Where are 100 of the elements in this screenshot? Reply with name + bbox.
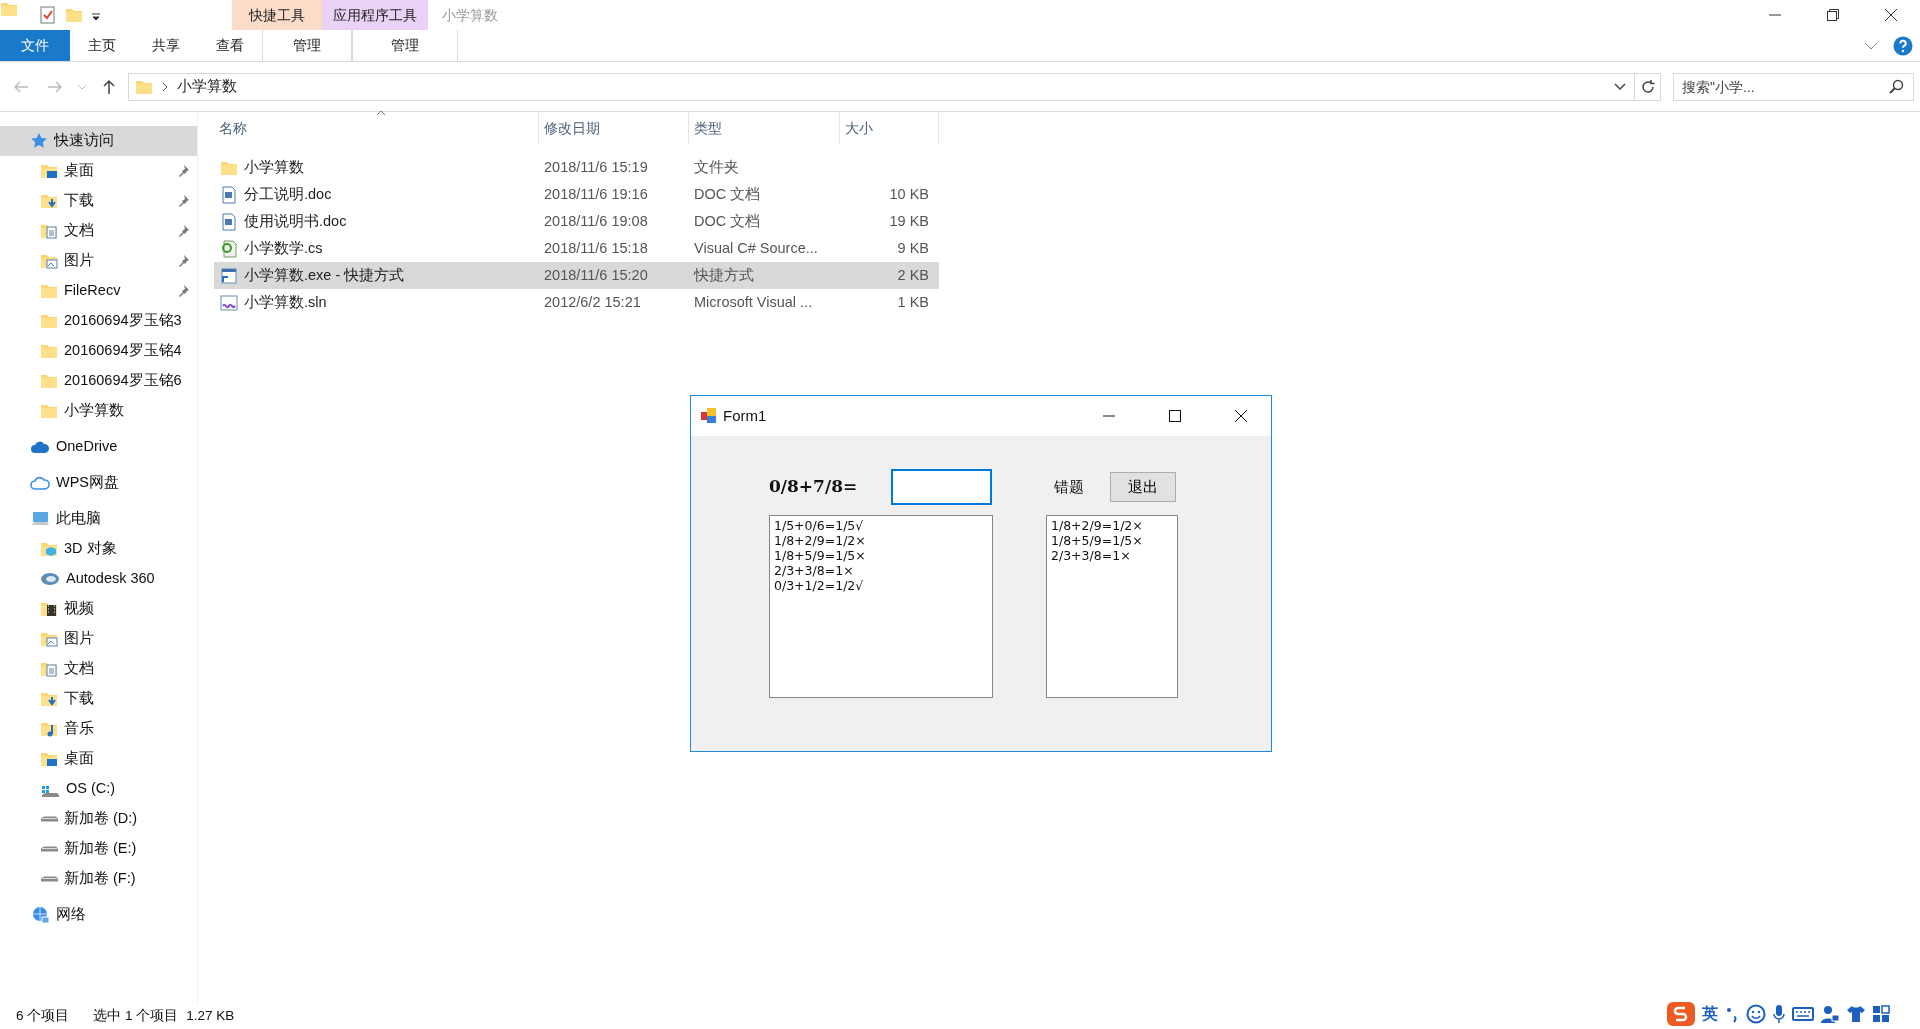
file-type: DOC 文档: [694, 185, 761, 202]
pin-icon[interactable]: [177, 224, 189, 238]
pin-icon[interactable]: [177, 194, 189, 208]
file-row[interactable]: 小学算数.sln 2012/6/2 15:21 Microsoft Visual ... 1 KB: [214, 289, 939, 316]
pictures-folder-icon: [40, 630, 58, 648]
folder-icon: [40, 402, 58, 420]
pin-icon[interactable]: [177, 254, 189, 268]
nav-item[interactable]: 桌面: [0, 744, 197, 774]
wrong-questions-list[interactable]: 1/8+2/9=1/2× 1/8+5/9=1/5× 2/3+3/8=1×: [1046, 515, 1178, 698]
input-mode-toggle[interactable]: 英: [1702, 1002, 1718, 1026]
shortcut-icon: [220, 266, 238, 285]
list-item: 1/8+2/9=1/2×: [774, 533, 867, 548]
file-size: 19 KB: [889, 212, 929, 229]
nav-item[interactable]: 此电脑: [0, 504, 197, 534]
file-name: 分工说明.doc: [244, 184, 332, 204]
nav-item[interactable]: 文档: [0, 216, 197, 246]
ribbon-tab[interactable]: 管理: [352, 30, 458, 61]
nav-item[interactable]: 网络: [0, 900, 197, 930]
ribbon-tab[interactable]: 查看: [198, 30, 262, 61]
file-row[interactable]: 小学数学.cs 2018/11/6 15:18 Visual C# Source... 9 KB: [214, 235, 939, 262]
keyboard-icon[interactable]: [1792, 1006, 1814, 1022]
ribbon-tab[interactable]: 共享: [134, 30, 198, 61]
help-icon[interactable]: [1892, 35, 1913, 56]
ribbon-tab[interactable]: 管理: [262, 30, 352, 61]
nav-item[interactable]: Autodesk 360: [0, 564, 197, 594]
address-bar[interactable]: 小学算数: [128, 72, 1661, 101]
ribbon-tab[interactable]: 主页: [70, 30, 134, 61]
grid-icon[interactable]: [1872, 1005, 1890, 1023]
item-count: 6 个项目: [16, 1006, 70, 1025]
nav-item[interactable]: 新加卷 (E:): [0, 834, 197, 864]
nav-item[interactable]: 图片: [0, 624, 197, 654]
nav-item[interactable]: 3D 对象: [0, 534, 197, 564]
properties-icon[interactable]: [39, 6, 58, 24]
nav-item[interactable]: 音乐: [0, 714, 197, 744]
nav-item[interactable]: 桌面: [0, 156, 197, 186]
ime-logo-icon[interactable]: [1666, 1001, 1696, 1027]
list-item: 0/3+1/2=1/2√: [774, 578, 865, 593]
nav-item[interactable]: 下载: [0, 684, 197, 714]
refresh-icon[interactable]: [1639, 78, 1656, 95]
list-item: 2/3+3/8=1×: [774, 563, 855, 578]
file-row[interactable]: 小学算数 2018/11/6 15:19 文件夹: [214, 154, 939, 181]
pin-icon[interactable]: [177, 284, 189, 298]
list-item: 1/8+2/9=1/2×: [1051, 518, 1144, 533]
file-row[interactable]: 分工说明.doc 2018/11/6 19:16 DOC 文档 10 KB: [214, 181, 939, 208]
pin-icon[interactable]: [177, 164, 189, 178]
nav-item[interactable]: 下载: [0, 186, 197, 216]
file-name: 小学算数.sln: [244, 292, 327, 312]
chevron-down-icon[interactable]: [1614, 82, 1626, 91]
exit-button[interactable]: 退出: [1110, 472, 1176, 502]
microphone-icon[interactable]: [1772, 1004, 1786, 1024]
download-folder-icon: [40, 690, 58, 708]
shirt-icon[interactable]: [1846, 1004, 1866, 1024]
nav-item[interactable]: 图片: [0, 246, 197, 276]
list-item: 1/8+5/9=1/5×: [774, 548, 867, 563]
nav-item[interactable]: 20160694罗玉铭6: [0, 366, 197, 396]
ribbon-tab[interactable]: 文件: [0, 30, 70, 61]
file-name: 小学数学.cs: [244, 238, 323, 258]
modified-date: 2018/11/6 15:19: [544, 158, 648, 175]
file-row[interactable]: 使用说明书.doc 2018/11/6 19:08 DOC 文档 19 KB: [214, 208, 939, 235]
nav-item[interactable]: 新加卷 (D:): [0, 804, 197, 834]
file-type: 文件夹: [694, 158, 739, 175]
smiley-icon[interactable]: [1746, 1004, 1766, 1024]
modified-date: 2018/11/6 19:16: [544, 185, 648, 202]
modified-date: 2012/6/2 15:21: [544, 293, 641, 310]
path-segment[interactable]: 小学算数: [177, 75, 237, 98]
close-icon: [1235, 410, 1247, 422]
user-icon[interactable]: [1820, 1004, 1840, 1024]
column-header[interactable]: 类型: [689, 112, 840, 144]
column-header[interactable]: 大小: [840, 112, 939, 144]
file-type: 快捷方式: [694, 266, 754, 283]
nav-item[interactable]: FileRecv: [0, 276, 197, 306]
modified-date: 2018/11/6 15:20: [544, 266, 648, 283]
file-type: Visual C# Source...: [694, 239, 818, 256]
modified-date: 2018/11/6 19:08: [544, 212, 648, 229]
nav-item[interactable]: 小学算数: [0, 396, 197, 426]
close-icon: [1885, 9, 1897, 21]
nav-item[interactable]: 快速访问: [0, 126, 197, 156]
answer-field[interactable]: [891, 469, 992, 505]
nav-item[interactable]: 20160694罗玉铭3: [0, 306, 197, 336]
nav-item[interactable]: OneDrive: [0, 432, 197, 462]
file-size: 9 KB: [897, 239, 929, 256]
nav-item[interactable]: 文档: [0, 654, 197, 684]
nav-item[interactable]: OS (C:): [0, 774, 197, 804]
nav-item[interactable]: 视频: [0, 594, 197, 624]
chevron-down-icon: [77, 82, 87, 91]
file-row[interactable]: 小学算数.exe - 快捷方式 2018/11/6 15:20 快捷方式 2 KB: [214, 262, 939, 289]
nav-item[interactable]: 新加卷 (F:): [0, 864, 197, 894]
history-list[interactable]: 1/5+0/6=1/5√ 1/8+2/9=1/2× 1/8+5/9=1/5× 2/3+3/8=1× 0/3+1/2=1/2√: [769, 515, 993, 698]
column-header[interactable]: 名称: [214, 112, 539, 144]
chevron-right-icon: [161, 81, 169, 92]
file-size: 2 KB: [897, 266, 929, 283]
modified-date: 2018/11/6 15:18: [544, 239, 648, 256]
search-field[interactable]: 搜索"小学...: [1673, 72, 1914, 101]
nav-item[interactable]: WPS网盘: [0, 468, 197, 498]
column-header[interactable]: 修改日期: [539, 112, 689, 144]
window-title: Form1: [723, 405, 767, 426]
folder-icon: [40, 282, 58, 300]
forward-arrow-icon: [47, 79, 63, 94]
nav-item[interactable]: 20160694罗玉铭4: [0, 336, 197, 366]
video-folder-icon: [40, 600, 58, 618]
